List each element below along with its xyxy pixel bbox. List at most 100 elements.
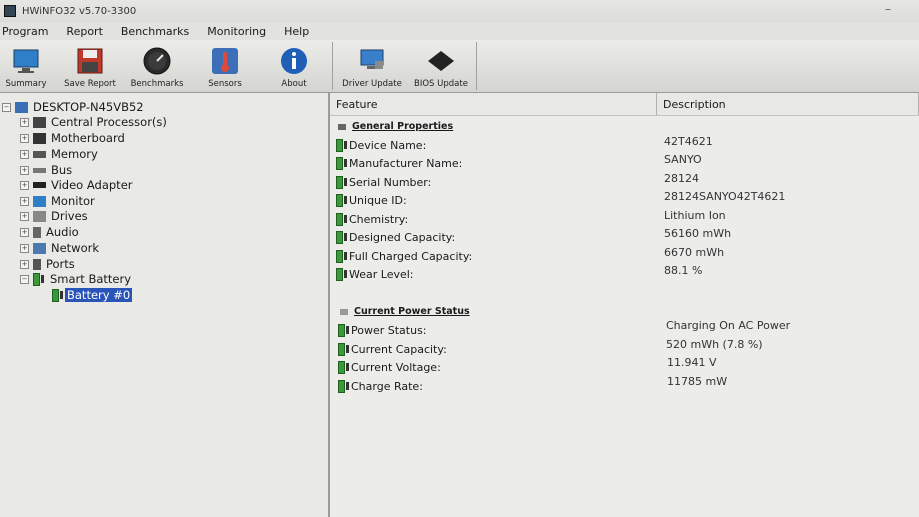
feature-row[interactable]: Device Name:	[336, 137, 426, 153]
tree-item-label: Smart Battery	[50, 272, 132, 286]
memory-icon	[33, 150, 46, 158]
monitor-icon	[33, 195, 46, 207]
menu-bar: Program Report Benchmarks Monitoring Hel…	[0, 22, 919, 40]
bios-update-label: BIOS Update	[414, 79, 468, 89]
about-label: About	[281, 79, 307, 89]
sensors-button[interactable]: Sensors	[202, 42, 248, 90]
expand-toggle[interactable]: +	[20, 180, 29, 190]
tree-item-cpu[interactable]: + Central Processor(s)	[20, 114, 167, 130]
save-report-label: Save Report	[64, 79, 116, 89]
expand-toggle[interactable]: +	[20, 259, 29, 269]
expand-toggle[interactable]: +	[20, 133, 29, 143]
collapse-toggle[interactable]: −	[2, 102, 11, 112]
menu-report[interactable]: Report	[64, 25, 104, 38]
driver-update-label: Driver Update	[342, 79, 402, 89]
tree-item-ports[interactable]: + Ports	[20, 256, 75, 272]
tree-item-smart-battery[interactable]: − Smart Battery	[20, 271, 131, 287]
feature-row[interactable]: Unique ID:	[336, 192, 407, 208]
tree-item-label: Bus	[51, 163, 73, 177]
tree-item-label: Monitor	[51, 194, 95, 208]
expand-toggle[interactable]: +	[20, 243, 29, 253]
tree-item-label: Drives	[51, 209, 88, 223]
feature-value: 11.941 V	[667, 355, 717, 369]
toolbar: Summary Save Report Benchmarks Sensors A…	[0, 40, 919, 93]
feature-row[interactable]: Serial Number:	[336, 174, 431, 190]
tree-item-label: Network	[51, 241, 100, 255]
drive-icon	[33, 210, 46, 222]
feature-value: 28124SANYO42T4621	[664, 189, 786, 203]
cpu-icon	[33, 116, 46, 128]
collapse-toggle[interactable]: −	[20, 274, 29, 284]
driver-update-button[interactable]: Driver Update	[340, 42, 404, 90]
expand-toggle[interactable]: +	[20, 211, 29, 221]
feature-row[interactable]: Power Status:	[338, 322, 427, 338]
save-report-button[interactable]: Save Report	[60, 42, 120, 90]
floppy-disk-icon	[75, 46, 105, 76]
sensors-label: Sensors	[208, 79, 242, 89]
battery-icon	[336, 230, 347, 244]
tree-item-label: Motherboard	[51, 131, 125, 145]
tree-item-drives[interactable]: + Drives	[20, 208, 88, 224]
feature-value: Lithium Ion	[664, 208, 726, 222]
feature-row[interactable]: Wear Level:	[336, 266, 414, 282]
feature-value: 11785 mW	[667, 374, 728, 388]
menu-program[interactable]: Program	[0, 25, 50, 38]
tree-item-battery-0[interactable]: Battery #0	[52, 287, 133, 303]
battery-icon	[336, 156, 347, 170]
battery-icon	[52, 288, 63, 302]
tree-item-memory[interactable]: + Memory	[20, 146, 98, 162]
feature-row[interactable]: Current Voltage:	[338, 359, 441, 375]
feature-value: 520 mWh (7.8 %)	[666, 337, 763, 351]
app-icon	[4, 5, 16, 17]
title-bar: HWiNFO32 v5.70-3300 –	[0, 0, 919, 22]
battery-icon	[338, 379, 349, 393]
feature-value: SANYO	[664, 152, 702, 166]
expand-toggle[interactable]: +	[20, 196, 29, 206]
expand-toggle[interactable]: +	[20, 149, 29, 159]
description-column-header[interactable]: Description	[657, 93, 919, 116]
feature-row[interactable]: Designed Capacity:	[336, 229, 455, 245]
expand-toggle[interactable]: +	[20, 227, 29, 237]
details-pane: Feature Description General Properties D…	[330, 93, 919, 517]
menu-monitoring[interactable]: Monitoring	[205, 25, 268, 38]
port-icon	[33, 258, 41, 270]
feature-value: Charging On AC Power	[666, 318, 791, 332]
tree-item-label: Audio	[46, 225, 79, 239]
bus-icon	[33, 167, 46, 173]
menu-help[interactable]: Help	[282, 25, 311, 38]
summary-label: Summary	[5, 79, 47, 89]
toolbar-separator	[476, 42, 477, 90]
tree-item-monitor[interactable]: + Monitor	[20, 193, 95, 209]
section-icon	[338, 123, 346, 130]
tree-item-motherboard[interactable]: + Motherboard	[20, 130, 125, 146]
tree-item-label-selected: Battery #0	[65, 288, 133, 302]
video-card-icon	[33, 182, 46, 188]
feature-value: 6670 mWh	[664, 245, 725, 259]
summary-button[interactable]: Summary	[4, 42, 48, 90]
feature-row[interactable]: Manufacturer Name:	[336, 155, 462, 171]
section-header: General Properties	[338, 121, 453, 132]
feature-row[interactable]: Current Capacity:	[338, 341, 447, 357]
feature-row[interactable]: Chemistry:	[336, 211, 408, 227]
menu-benchmarks[interactable]: Benchmarks	[119, 25, 191, 38]
feature-column-header[interactable]: Feature	[330, 93, 657, 116]
feature-label: Current Voltage:	[351, 360, 441, 374]
expand-toggle[interactable]: +	[20, 165, 29, 175]
about-button[interactable]: About	[272, 42, 316, 90]
tree-item-video-adapter[interactable]: + Video Adapter	[20, 177, 133, 193]
battery-icon	[338, 360, 349, 374]
tree-item-network[interactable]: + Network	[20, 240, 99, 256]
tree-root[interactable]: − DESKTOP-N45VB52	[2, 99, 144, 115]
expand-toggle[interactable]: +	[20, 117, 29, 127]
feature-row[interactable]: Full Charged Capacity:	[336, 248, 472, 264]
feature-label: Designed Capacity:	[349, 230, 456, 244]
battery-icon	[336, 249, 347, 263]
tree-item-audio[interactable]: + Audio	[20, 224, 79, 240]
benchmarks-button[interactable]: Benchmarks	[128, 42, 186, 90]
feature-value: 88.1 %	[664, 263, 703, 277]
tree-item-bus[interactable]: + Bus	[20, 162, 72, 178]
feature-row[interactable]: Charge Rate:	[338, 378, 423, 394]
feature-label: Unique ID:	[349, 193, 407, 207]
minimize-button[interactable]: –	[885, 2, 891, 16]
bios-update-button[interactable]: BIOS Update	[410, 42, 472, 90]
